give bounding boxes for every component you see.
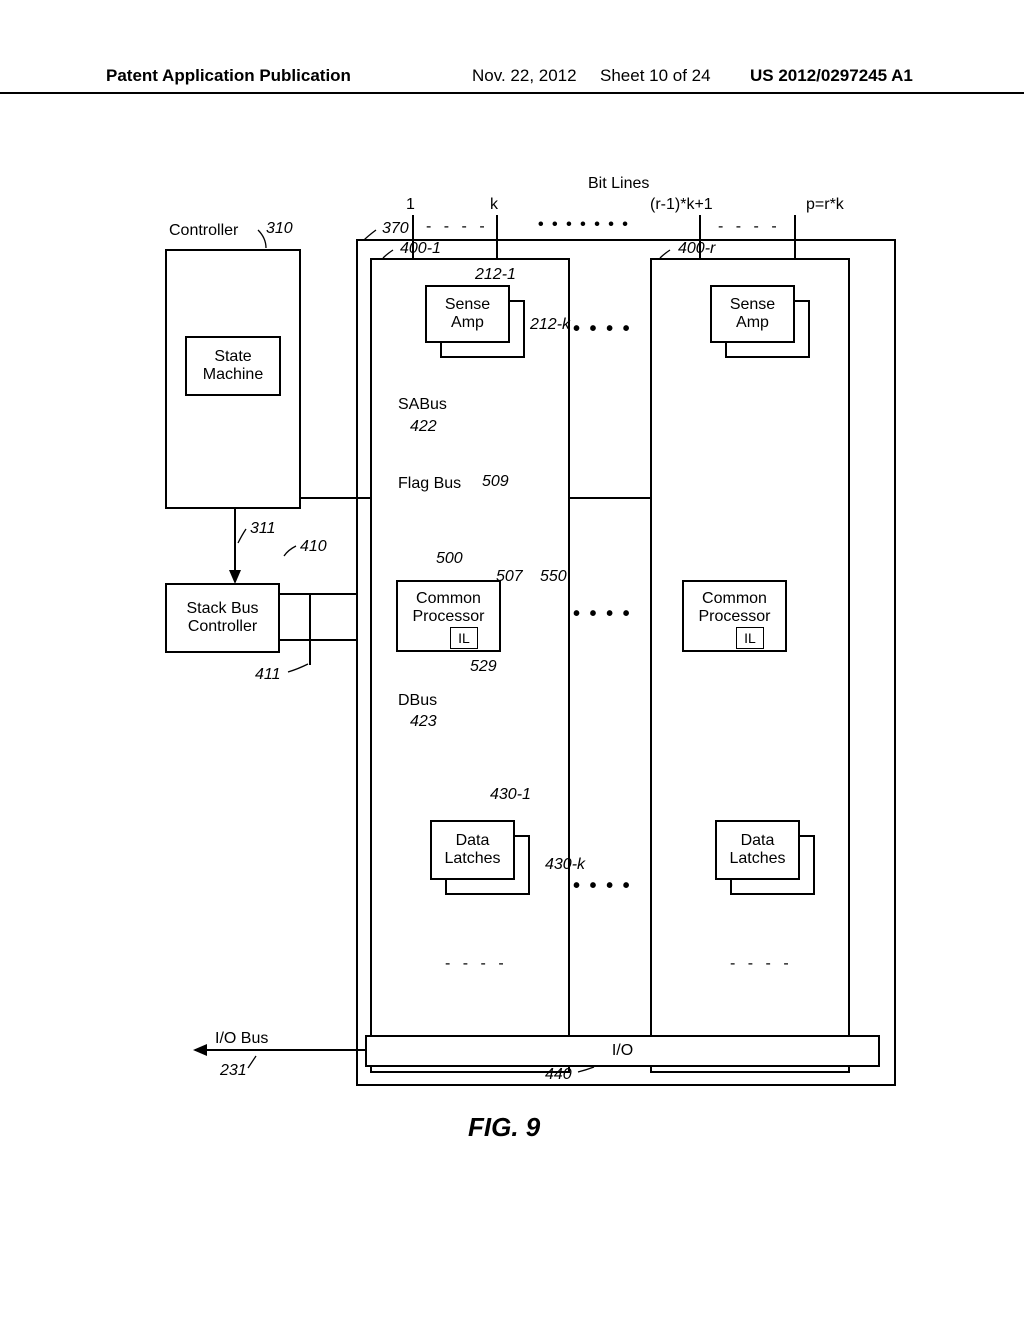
header-sheet: Sheet 10 of 24 <box>600 66 711 86</box>
sense-amp-1: Sense Amp <box>425 285 510 343</box>
stack-bus-controller-box: Stack Bus Controller <box>165 583 280 653</box>
ref-509: 509 <box>482 473 509 491</box>
ref-430-k: 430-k <box>545 856 585 874</box>
ref-507: 507 <box>496 568 523 586</box>
bitline-dashes-1: - - - - <box>426 218 489 236</box>
dbus-label: DBus <box>398 692 437 710</box>
ref-411: 411 <box>255 666 281 684</box>
ref-440: 440 <box>545 1066 572 1084</box>
ref-212-1: 212-1 <box>475 266 516 284</box>
ref-550: 550 <box>540 568 567 586</box>
data-latches-label-1: Data Latches <box>444 832 500 868</box>
il-box-r: IL <box>736 627 764 649</box>
io-label: I/O <box>612 1042 633 1060</box>
bitline-1: 1 <box>406 196 415 214</box>
bit-lines-title: Bit Lines <box>588 175 649 193</box>
ref-310: 310 <box>266 220 293 238</box>
ref-311: 311 <box>250 520 276 538</box>
bitline-r1: (r-1)*k+1 <box>650 196 713 214</box>
state-machine-box: State Machine <box>185 336 281 396</box>
sense-amp-r: Sense Amp <box>710 285 795 343</box>
sense-amp-label-1: Sense Amp <box>445 296 490 332</box>
io-bus-label: I/O Bus <box>215 1030 268 1048</box>
controller-label: Controller <box>169 222 238 240</box>
bitline-dots-mid: • • • • • • • <box>538 216 630 234</box>
bitline-k: k <box>490 196 498 214</box>
sense-amp-label-r: Sense Amp <box>730 296 775 332</box>
common-processor-1: Common Processor <box>396 580 501 652</box>
common-processor-label-r: Common Processor <box>698 590 770 625</box>
common-processor-r: Common Processor <box>682 580 787 652</box>
data-latches-1: Data Latches <box>430 820 515 880</box>
ref-400-1: 400-1 <box>400 240 441 258</box>
bitline-dashes-2: - - - - <box>718 218 781 236</box>
ref-422: 422 <box>410 418 437 436</box>
data-latches-r: Data Latches <box>715 820 800 880</box>
header-publication: Patent Application Publication <box>106 66 351 86</box>
dashes-bottom-2: - - - - <box>730 955 793 973</box>
dots-sense: • • • • <box>573 318 632 341</box>
common-processor-label-1: Common Processor <box>412 590 484 625</box>
il-label-r: IL <box>744 630 756 646</box>
ref-400-r: 400-r <box>678 240 715 258</box>
bitline-pk: p=r*k <box>806 196 844 214</box>
ref-500: 500 <box>436 550 463 568</box>
ref-231: 231 <box>220 1062 247 1080</box>
read-write-stack-r <box>650 258 850 1073</box>
ref-410: 410 <box>300 538 327 556</box>
ref-370: 370 <box>382 220 409 238</box>
state-machine-text: State Machine <box>203 348 263 384</box>
ref-212-k: 212-k <box>530 316 570 334</box>
ref-430-1: 430-1 <box>490 786 531 804</box>
dots-proc: • • • • <box>573 603 632 626</box>
sabus-label: SABus <box>398 396 447 414</box>
ref-423: 423 <box>410 713 437 731</box>
ref-529: 529 <box>470 658 497 676</box>
flag-bus-label: Flag Bus <box>398 475 461 493</box>
figure-label: FIG. 9 <box>468 1112 540 1143</box>
io-block: I/O <box>365 1035 880 1067</box>
data-latches-label-r: Data Latches <box>729 832 785 868</box>
header-date: Nov. 22, 2012 <box>472 66 577 86</box>
il-label-1: IL <box>458 630 470 646</box>
il-box-1: IL <box>450 627 478 649</box>
dashes-bottom-1: - - - - <box>445 955 508 973</box>
stack-bus-controller-text: Stack Bus Controller <box>186 600 258 636</box>
header-pubno: US 2012/0297245 A1 <box>750 66 913 86</box>
dots-latches: • • • • <box>573 875 632 898</box>
header-rule <box>0 92 1024 94</box>
